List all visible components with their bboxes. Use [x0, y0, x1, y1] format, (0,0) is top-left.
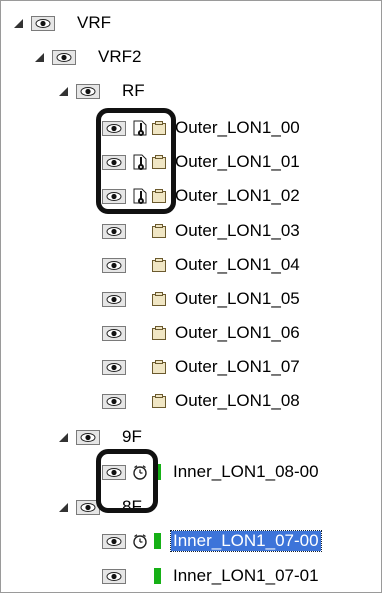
- tree-node-outer[interactable]: Outer_LON1_05: [102, 287, 302, 311]
- tree-node-inner-selected[interactable]: Inner_LON1_07-00: [102, 529, 322, 553]
- eye-icon[interactable]: [52, 49, 76, 65]
- node-label: VRF2: [98, 47, 142, 66]
- tree-node-outer[interactable]: Outer_LON1_08: [102, 389, 302, 413]
- eye-icon[interactable]: [102, 325, 126, 341]
- status-green-icon: [154, 568, 161, 584]
- node-label: Outer_LON1_02: [175, 186, 300, 205]
- tree-view[interactable]: VRF VRF2 RF Outer_LON1_00 Outer_LON1_01 …: [0, 0, 382, 593]
- node-label: Outer_LON1_08: [175, 391, 300, 410]
- eye-icon[interactable]: [102, 393, 126, 409]
- eye-icon[interactable]: [102, 359, 126, 375]
- tree-node-vrf[interactable]: VRF: [13, 11, 113, 35]
- expand-triangle-icon[interactable]: [13, 18, 23, 28]
- tree-node-outer[interactable]: Outer_LON1_04: [102, 253, 302, 277]
- expand-triangle-icon[interactable]: [34, 52, 44, 62]
- folder-icon: [151, 223, 167, 239]
- eye-icon[interactable]: [31, 15, 55, 31]
- folder-icon: [151, 359, 167, 375]
- folder-icon: [151, 393, 167, 409]
- node-label: Outer_LON1_03: [175, 221, 300, 240]
- status-green-icon: [154, 533, 161, 549]
- folder-icon: [151, 291, 167, 307]
- eye-icon[interactable]: [76, 83, 100, 99]
- node-label: Outer_LON1_05: [175, 289, 300, 308]
- node-label: Outer_LON1_04: [175, 255, 300, 274]
- clock-icon: [132, 533, 148, 549]
- eye-icon[interactable]: [102, 223, 126, 239]
- node-label: Outer_LON1_06: [175, 323, 300, 342]
- eye-icon[interactable]: [102, 291, 126, 307]
- expand-triangle-icon[interactable]: [58, 502, 68, 512]
- expand-triangle-icon[interactable]: [58, 86, 68, 96]
- folder-icon: [151, 257, 167, 273]
- node-label: Outer_LON1_01: [175, 152, 300, 171]
- expand-triangle-icon[interactable]: [58, 432, 68, 442]
- tree-node-outer[interactable]: Outer_LON1_03: [102, 219, 302, 243]
- node-label: RF: [122, 81, 145, 100]
- node-label: Outer_LON1_07: [175, 357, 300, 376]
- eye-icon[interactable]: [102, 568, 126, 584]
- tree-node-inner[interactable]: Inner_LON1_07-01: [102, 564, 321, 588]
- tree-node-outer[interactable]: Outer_LON1_07: [102, 355, 302, 379]
- tree-node-9f[interactable]: 9F: [58, 425, 144, 449]
- node-label: Inner_LON1_08-00: [173, 462, 319, 481]
- node-label: Inner_LON1_07-01: [173, 566, 319, 585]
- node-label: VRF: [77, 13, 111, 32]
- tree-node-rf[interactable]: RF: [58, 79, 147, 103]
- highlight-box: [96, 449, 158, 513]
- eye-icon[interactable]: [102, 257, 126, 273]
- tree-node-vrf2[interactable]: VRF2: [34, 45, 143, 69]
- node-label: Inner_LON1_07-00: [170, 530, 322, 552]
- eye-icon[interactable]: [102, 533, 126, 549]
- node-label: Outer_LON1_00: [175, 118, 300, 137]
- tree-node-outer[interactable]: Outer_LON1_06: [102, 321, 302, 345]
- highlight-box: [96, 108, 176, 214]
- folder-icon: [151, 325, 167, 341]
- node-label: 9F: [122, 427, 142, 446]
- eye-icon[interactable]: [76, 429, 100, 445]
